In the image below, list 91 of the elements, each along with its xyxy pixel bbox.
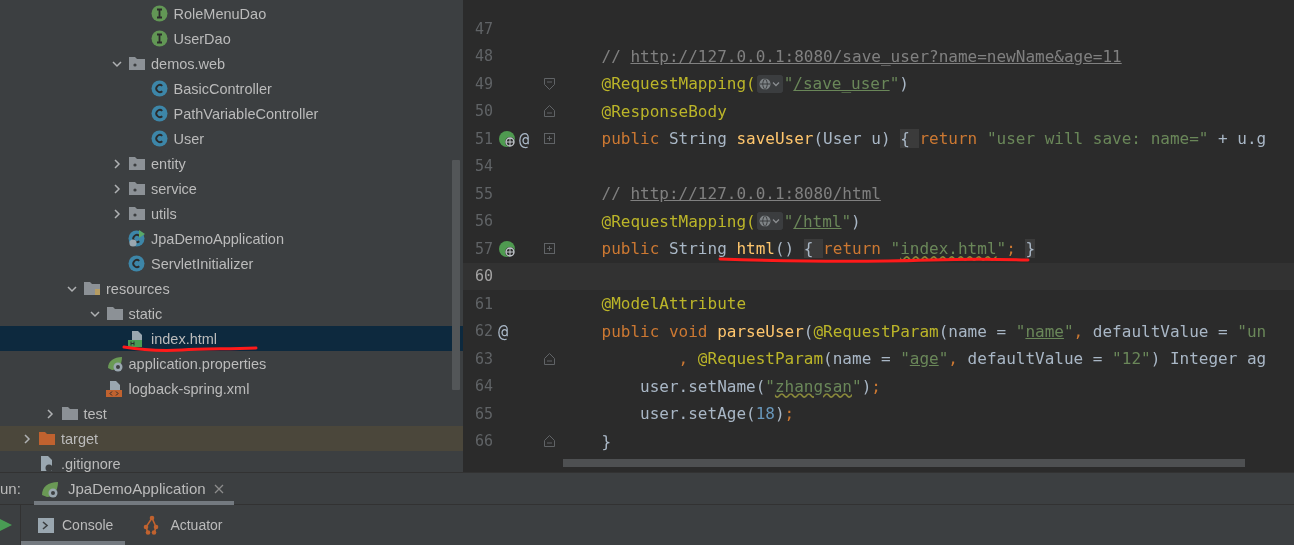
fold-marker-icon[interactable] [543,77,555,90]
interface-icon [150,5,168,22]
code-text: // http://127.0.0.1:8080/save_user?name=newName&age=11 [600,46,1122,66]
tree-item[interactable]: RoleMenuDao [0,1,463,26]
web-endpoint-icon[interactable] [498,129,516,148]
code-text: @RequestMapping( [600,74,756,94]
code-text: @RequestMapping( [600,211,756,231]
tree-item[interactable]: User [0,126,463,151]
tool-tab[interactable]: Console [21,505,126,545]
tree-item[interactable]: demos.web [0,51,463,76]
line-number: 48 [473,47,493,66]
expand-marker-icon[interactable] [543,243,555,255]
interface-icon [150,30,168,47]
tree-item[interactable]: .gitignore [0,451,463,472]
code-text: "/save_user") [783,74,909,94]
run-label: un: [0,480,22,497]
line-number: 61 [473,294,493,313]
folder-icon [60,405,78,422]
line-number: 65 [473,404,493,423]
tree-item[interactable]: target [0,426,463,451]
line-number: 63 [473,349,493,368]
tree-item[interactable]: application.properties [0,351,463,376]
tree-item[interactable]: logback-spring.xml [0,376,463,401]
html-file-icon [128,330,145,347]
tree-item[interactable]: UserDao [0,26,463,51]
line-number: 55 [473,184,493,203]
tree-item[interactable]: resources [0,276,463,301]
implementation-marker[interactable]: @ [498,321,509,342]
tree-item[interactable]: BasicController [0,76,463,101]
line-number: 56 [473,212,493,231]
class-run-icon [128,230,145,247]
tree-item[interactable]: test [0,401,463,426]
resources-folder-icon [83,280,100,297]
tree-item[interactable]: PathVariableController [0,101,463,126]
scrollbar-thumb[interactable] [452,160,460,390]
line-number: 51 [473,129,493,148]
line-number: 49 [473,74,493,93]
package-folder-icon [128,55,145,72]
tree-item[interactable]: utils [0,201,463,226]
fold-marker-icon[interactable] [543,352,555,365]
tree-item[interactable]: JpaDemoApplication [0,226,463,251]
line-number: 57 [473,239,493,258]
chevron-right-icon[interactable] [111,157,123,170]
scrollbar-thumb[interactable] [563,459,1245,467]
tree-item[interactable]: index.html [0,326,463,351]
class-icon [150,105,168,122]
chevron-right-icon[interactable] [21,432,33,445]
class-icon [128,255,145,272]
web-endpoint-icon[interactable] [498,239,516,258]
code-text: } [600,431,612,451]
code-text: , @RequestParam(name = "age", defaultValue = "12") Integer ag [677,349,1267,369]
line-number: 62 [473,322,493,341]
line-number: 47 [473,19,493,38]
folder-icon [105,305,123,322]
code-text: "/html") [783,211,861,231]
chevron-right-icon[interactable] [111,207,123,220]
code-text: @ModelAttribute [600,294,747,314]
code-text: public void parseUser(@RequestParam(name = "name", defaultValue = "un [600,321,1267,341]
code-text: user.setAge(18); [639,404,795,424]
xml-file-icon [105,380,123,397]
tree-item[interactable]: entity [0,151,463,176]
code-text: public String html() { return "index.html"; } [600,239,1036,259]
code-text: @ResponseBody [600,101,727,121]
line-number: 50 [473,102,493,121]
chevron-right-icon[interactable] [111,182,123,195]
run-tab[interactable]: JpaDemoApplication [34,472,234,505]
expand-marker-icon[interactable] [543,133,555,145]
code-text: user.setName("zhangsan"); [639,376,881,396]
package-folder-icon [128,205,145,222]
line-number: 66 [473,432,493,451]
fold-marker-icon[interactable] [543,435,555,448]
line-number: 54 [473,157,493,176]
spring-leaf-icon [40,479,60,498]
package-folder-icon [128,155,145,172]
spring-leaf-icon [105,355,123,372]
package-folder-icon [128,180,145,197]
code-text: public String saveUser(User u) { return "user will save: name=" + u.g [600,129,1267,149]
close-icon[interactable] [213,483,224,494]
class-icon [150,80,168,97]
folder-icon [38,430,55,447]
tree-item[interactable]: ServletInitializer [0,251,463,276]
tree-item[interactable]: static [0,301,463,326]
tree-item[interactable]: service [0,176,463,201]
console-icon [38,517,54,533]
fold-marker-icon[interactable] [543,105,555,118]
tool-tab[interactable]: Actuator [125,505,235,545]
code-text: // http://127.0.0.1:8080/html [600,184,881,204]
line-number: 60 [473,267,493,286]
implementation-marker[interactable]: @ [519,128,530,149]
class-icon [150,130,168,147]
line-number: 64 [473,377,493,396]
